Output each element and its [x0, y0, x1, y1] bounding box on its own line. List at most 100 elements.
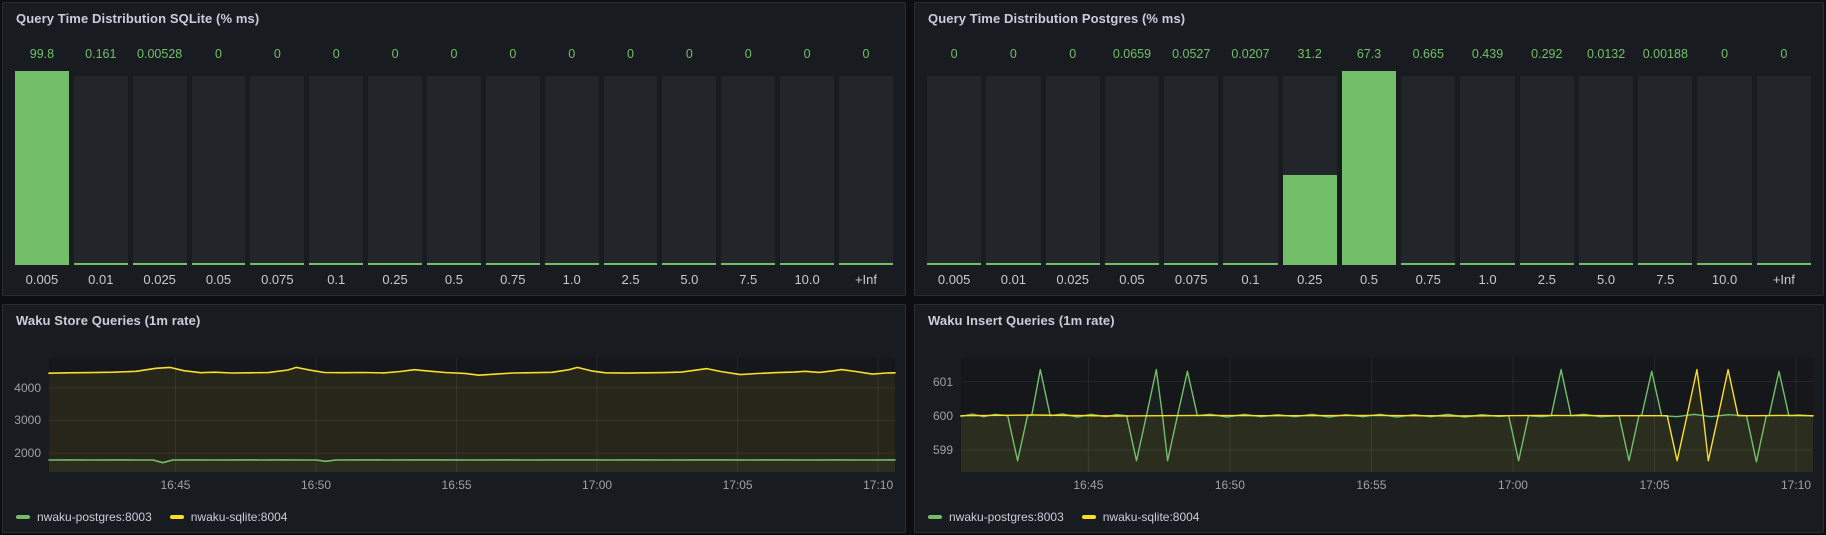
hist-bar [1342, 71, 1396, 265]
legend-item[interactable]: nwaku-sqlite:8004 [1082, 510, 1200, 524]
hist-bar-baseline [15, 263, 69, 265]
hist-bar-track [427, 76, 481, 265]
x-axis-label: 16:50 [301, 478, 331, 492]
y-axis-label: 601 [915, 375, 953, 389]
hist-bar-fill [1283, 175, 1337, 265]
hist-bar [986, 71, 1040, 265]
bar-value-label: 0 [192, 47, 246, 62]
x-axis-label: 17:10 [1781, 478, 1811, 492]
bin-label: 0.75 [1401, 265, 1455, 291]
hist-bar-track [1638, 76, 1692, 265]
bin-label: 7.5 [721, 265, 775, 291]
hist-bar [133, 71, 187, 265]
bar-value-label: 0.439 [1460, 47, 1514, 62]
hist-bar-track [368, 76, 422, 265]
x-axis-label: 17:05 [723, 478, 753, 492]
hist-bar-baseline [1460, 263, 1514, 265]
hist-bar [427, 71, 481, 265]
bin-label: 5.0 [1579, 265, 1633, 291]
legend-item[interactable]: nwaku-postgres:8003 [16, 510, 152, 524]
hist-bar-track [1579, 76, 1633, 265]
bar-value-label: 0 [839, 47, 893, 62]
hist-bar-baseline [1401, 263, 1455, 265]
y-axis-label: 2000 [3, 446, 41, 460]
hist-bar-baseline [133, 263, 187, 265]
bin-label: 0.005 [927, 265, 981, 291]
hist-bar-track [662, 76, 716, 265]
legend-series-label: nwaku-sqlite:8004 [1103, 510, 1200, 524]
x-axis-label: 17:05 [1639, 478, 1669, 492]
bin-label: 0.5 [1342, 265, 1396, 291]
legend-series-swatch [1082, 515, 1096, 519]
bar-value-label: 67.3 [1342, 47, 1396, 62]
hist-bar-track [780, 76, 834, 265]
bar-value-label: 31.2 [1283, 47, 1337, 62]
hist-bar-baseline [1638, 263, 1692, 265]
hist-column: 00.05 [192, 47, 246, 291]
hist-column: 010.0 [780, 47, 834, 291]
bin-label: 0.025 [133, 265, 187, 291]
hist-bar [1401, 71, 1455, 265]
hist-bar-track [1105, 76, 1159, 265]
x-axis-label: 16:55 [1356, 478, 1386, 492]
hist-bar-baseline [427, 263, 481, 265]
bin-label: 0.075 [250, 265, 304, 291]
hist-bar [1460, 71, 1514, 265]
hist-bar-baseline [1342, 263, 1396, 265]
bar-value-label: 0.0659 [1105, 47, 1159, 62]
bar-value-label: 0.292 [1520, 47, 1574, 62]
bin-label: 0.05 [192, 265, 246, 291]
hist-column: 0.02070.1 [1223, 47, 1277, 291]
panel-title[interactable]: Query Time Distribution SQLite (% ms) [16, 11, 259, 26]
hist-column: 07.5 [721, 47, 775, 291]
bin-label: +Inf [839, 265, 893, 291]
grafana-dashboard: Query Time Distribution SQLite (% ms) 99… [0, 0, 1826, 535]
hist-column: 00.01 [986, 47, 1040, 291]
hist-bar-baseline [986, 263, 1040, 265]
bin-label: 0.5 [427, 265, 481, 291]
hist-bar-baseline [1697, 263, 1751, 265]
bar-value-label: 99.8 [15, 47, 69, 62]
timeseries-store-queries: 20003000400016:4516:5016:5517:0017:0517:… [3, 305, 905, 532]
bar-value-label: 0 [250, 47, 304, 62]
hist-bar [1520, 71, 1574, 265]
hist-bar [545, 71, 599, 265]
hist-bar-baseline [839, 263, 893, 265]
hist-bar [1223, 71, 1277, 265]
hist-bar-baseline [250, 263, 304, 265]
y-axis-label: 600 [915, 409, 953, 423]
hist-bar-baseline [1283, 263, 1337, 265]
bin-label: 0.075 [1164, 265, 1218, 291]
panel-title[interactable]: Query Time Distribution Postgres (% ms) [928, 11, 1185, 26]
x-axis-label: 16:45 [1073, 478, 1103, 492]
legend-item[interactable]: nwaku-sqlite:8004 [170, 510, 288, 524]
hist-bar [604, 71, 658, 265]
bin-label: 7.5 [1638, 265, 1692, 291]
bin-label: 10.0 [780, 265, 834, 291]
bar-value-label: 0 [721, 47, 775, 62]
hist-bar-track [1164, 76, 1218, 265]
legend-series-swatch [928, 515, 942, 519]
timeseries-insert-queries: 59960060116:4516:5016:5517:0017:0517:10 [915, 305, 1823, 532]
hist-bar [662, 71, 716, 265]
hist-column: 0.01325.0 [1579, 47, 1633, 291]
hist-bar-track [133, 76, 187, 265]
hist-bar-track [927, 76, 981, 265]
hist-bar [368, 71, 422, 265]
hist-bar-fill [15, 71, 69, 265]
timeseries-svg [915, 305, 1823, 532]
panel-query-time-distribution-sqlite: Query Time Distribution SQLite (% ms) 99… [2, 2, 906, 296]
hist-bar [1579, 71, 1633, 265]
hist-bar [839, 71, 893, 265]
hist-bar-baseline [74, 263, 128, 265]
hist-column: 010.0 [1697, 47, 1751, 291]
hist-column: 01.0 [545, 47, 599, 291]
legend-series-swatch [16, 515, 30, 519]
hist-bar [1757, 71, 1811, 265]
hist-bar-track [1460, 76, 1514, 265]
bar-value-label: 0 [486, 47, 540, 62]
x-axis-label: 17:00 [582, 478, 612, 492]
legend-item[interactable]: nwaku-postgres:8003 [928, 510, 1064, 524]
hist-bar-baseline [1520, 263, 1574, 265]
bar-value-label: 0 [309, 47, 363, 62]
